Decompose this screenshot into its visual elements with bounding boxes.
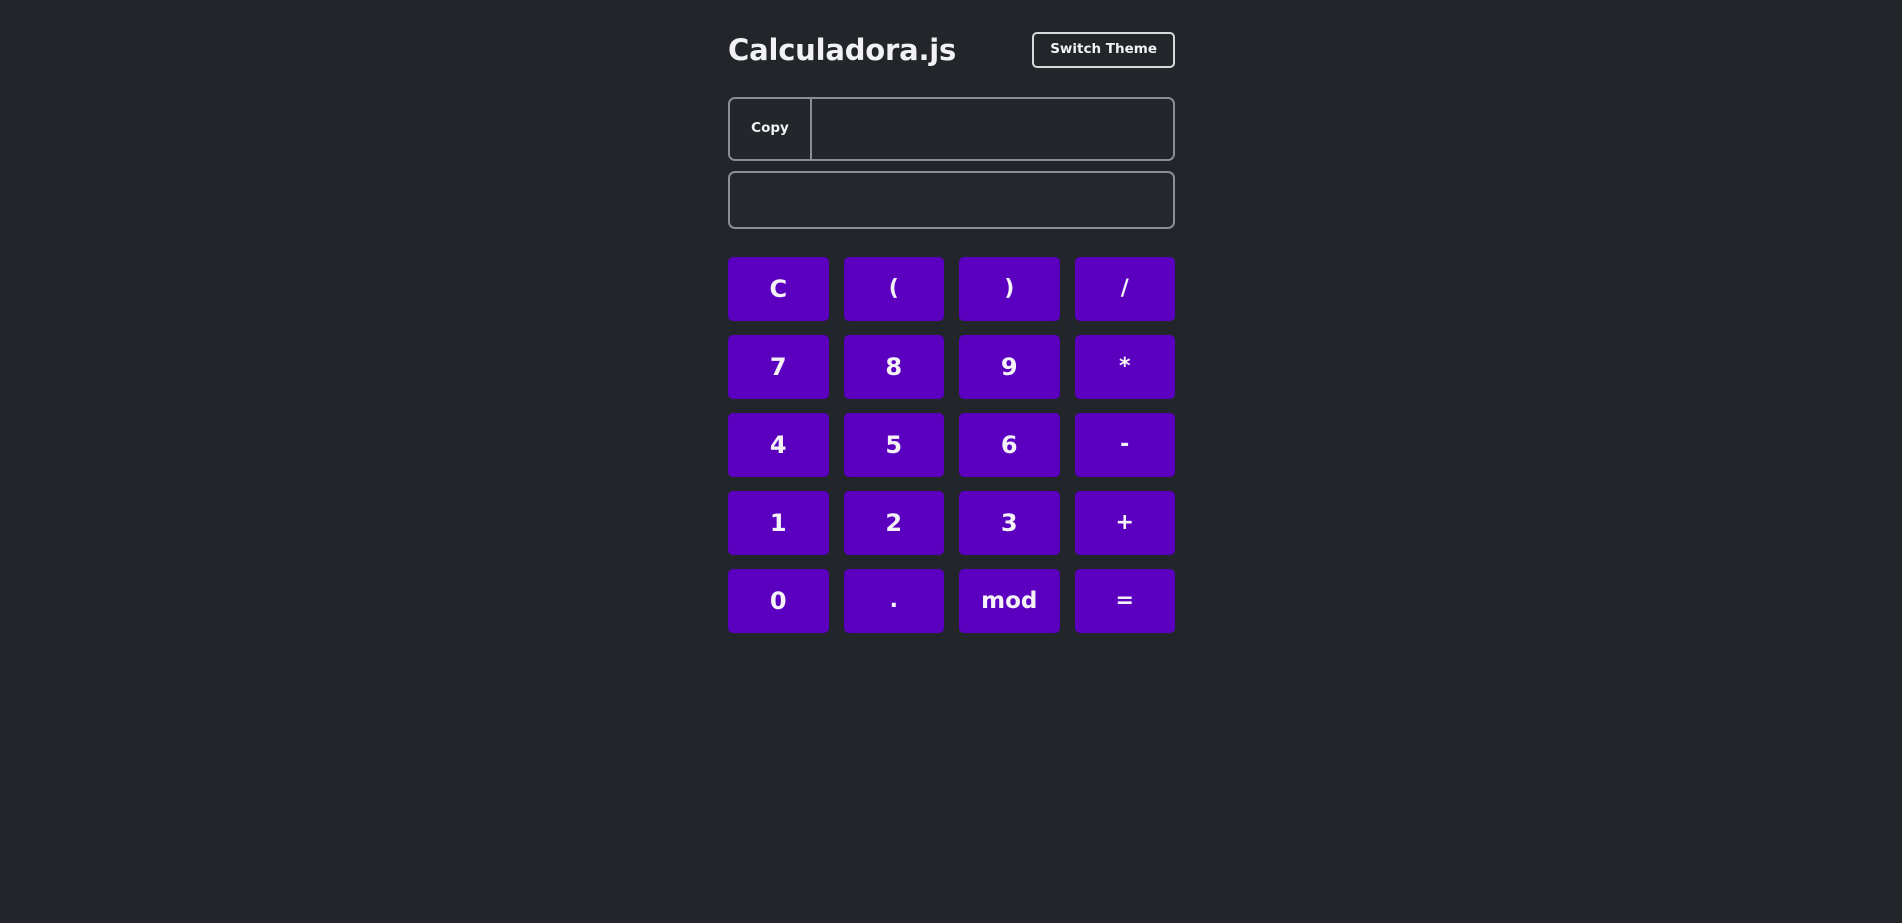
key-add[interactable]: +: [1074, 491, 1175, 555]
expression-input[interactable]: [812, 99, 1173, 159]
key-opensubtractparen[interactable]: (: [843, 257, 944, 321]
key-subtract[interactable]: -: [1074, 413, 1175, 477]
key-3[interactable]: 3: [959, 491, 1060, 555]
key-closesubtractparen[interactable]: ): [959, 257, 1060, 321]
expression-row: Copy: [728, 97, 1175, 161]
key-4[interactable]: 4: [728, 413, 829, 477]
app-header: Calculadora.js Switch Theme: [728, 0, 1175, 86]
key-decimal[interactable]: .: [843, 569, 944, 633]
switch-theme-button[interactable]: Switch Theme: [1032, 32, 1175, 68]
key-1[interactable]: 1: [728, 491, 829, 555]
page-title: Calculadora.js: [728, 32, 957, 67]
key-9[interactable]: 9: [959, 335, 1060, 399]
key-equals[interactable]: =: [1074, 569, 1175, 633]
calculator-page: Calculadora.js Switch Theme Copy C()/ 7 8 9…: [0, 0, 1902, 923]
key-2[interactable]: 2: [843, 491, 944, 555]
key-C[interactable]: C: [728, 257, 829, 321]
key-mod[interactable]: mod: [959, 569, 1060, 633]
key-7[interactable]: 7: [728, 335, 829, 399]
keypad: C()/ 7 8 9 * 4 5 6- 1 2 3 +0. mod =: [728, 257, 1175, 633]
result-input[interactable]: [728, 171, 1175, 229]
key-8[interactable]: 8: [843, 335, 944, 399]
copy-button[interactable]: Copy: [730, 99, 812, 159]
key-multiply[interactable]: *: [1074, 335, 1175, 399]
key-6[interactable]: 6: [959, 413, 1060, 477]
calculator-app: Calculadora.js Switch Theme Copy C()/ 7 8 9…: [728, 0, 1175, 633]
key-0[interactable]: 0: [728, 569, 829, 633]
key-5[interactable]: 5: [843, 413, 944, 477]
key-divide[interactable]: /: [1074, 257, 1175, 321]
